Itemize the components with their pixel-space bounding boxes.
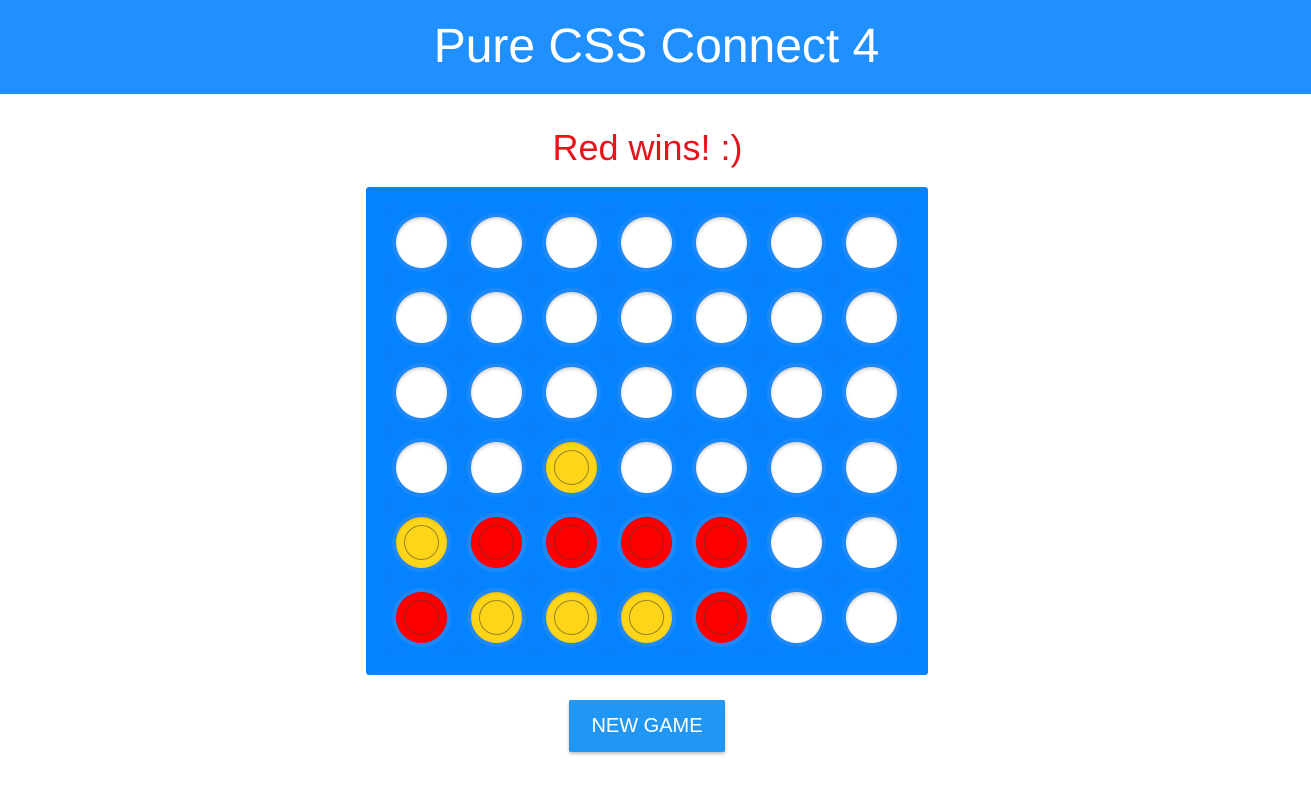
board-cell[interactable]	[534, 505, 609, 580]
board-cell[interactable]	[684, 280, 759, 355]
board-cell[interactable]	[834, 205, 909, 280]
empty-slot	[396, 217, 447, 268]
board-cell[interactable]	[609, 355, 684, 430]
empty-slot	[771, 592, 822, 643]
board-cell[interactable]	[759, 205, 834, 280]
board-cell[interactable]	[459, 430, 534, 505]
page-title: Pure CSS Connect 4	[433, 20, 880, 73]
red-disc	[621, 517, 672, 568]
board-cell[interactable]	[459, 205, 534, 280]
empty-slot	[621, 217, 672, 268]
empty-slot	[621, 292, 672, 343]
empty-slot	[471, 442, 522, 493]
empty-slot	[696, 217, 747, 268]
board-cell[interactable]	[459, 580, 534, 655]
empty-slot	[846, 592, 897, 643]
empty-slot	[696, 292, 747, 343]
empty-slot	[696, 442, 747, 493]
empty-slot	[771, 217, 822, 268]
board-cell[interactable]	[834, 280, 909, 355]
board-cell[interactable]	[684, 430, 759, 505]
empty-slot	[396, 292, 447, 343]
red-disc	[471, 517, 522, 568]
board-cell[interactable]	[459, 355, 534, 430]
board-cell[interactable]	[384, 505, 459, 580]
empty-slot	[396, 442, 447, 493]
empty-slot	[771, 292, 822, 343]
board-cell[interactable]	[834, 505, 909, 580]
board-cell[interactable]	[609, 205, 684, 280]
empty-slot	[846, 517, 897, 568]
empty-slot	[471, 217, 522, 268]
board-cell[interactable]	[384, 205, 459, 280]
red-disc	[396, 592, 447, 643]
empty-slot	[471, 292, 522, 343]
board-cell[interactable]	[459, 505, 534, 580]
empty-slot	[771, 517, 822, 568]
board-cell[interactable]	[609, 280, 684, 355]
board-cell[interactable]	[759, 505, 834, 580]
empty-slot	[846, 292, 897, 343]
game-board	[366, 187, 928, 675]
board-cell[interactable]	[459, 280, 534, 355]
new-game-button[interactable]: NEW GAME	[569, 700, 725, 752]
board-cell[interactable]	[609, 580, 684, 655]
board-cell[interactable]	[684, 505, 759, 580]
red-disc	[696, 517, 747, 568]
empty-slot	[546, 292, 597, 343]
board-cell[interactable]	[759, 430, 834, 505]
empty-slot	[621, 367, 672, 418]
board-cell[interactable]	[534, 205, 609, 280]
empty-slot	[771, 367, 822, 418]
board-cell[interactable]	[834, 355, 909, 430]
empty-slot	[546, 217, 597, 268]
game-status: Red wins! :)	[552, 127, 743, 168]
board-cell[interactable]	[384, 355, 459, 430]
board-cell[interactable]	[684, 580, 759, 655]
board-cell[interactable]	[684, 355, 759, 430]
yellow-disc	[396, 517, 447, 568]
board-cell[interactable]	[684, 205, 759, 280]
yellow-disc	[471, 592, 522, 643]
yellow-disc	[546, 442, 597, 493]
yellow-disc	[546, 592, 597, 643]
board-cell[interactable]	[834, 580, 909, 655]
empty-slot	[846, 442, 897, 493]
board-cell[interactable]	[384, 580, 459, 655]
board-cell[interactable]	[609, 505, 684, 580]
board-cell[interactable]	[384, 430, 459, 505]
board-grid	[384, 205, 910, 655]
board-cell[interactable]	[534, 580, 609, 655]
board-cell[interactable]	[834, 430, 909, 505]
empty-slot	[846, 367, 897, 418]
empty-slot	[771, 442, 822, 493]
board-cell[interactable]	[384, 280, 459, 355]
empty-slot	[471, 367, 522, 418]
yellow-disc	[621, 592, 672, 643]
red-disc	[696, 592, 747, 643]
empty-slot	[546, 367, 597, 418]
red-disc	[546, 517, 597, 568]
board-cell[interactable]	[609, 430, 684, 505]
empty-slot	[396, 367, 447, 418]
empty-slot	[621, 442, 672, 493]
board-cell[interactable]	[534, 430, 609, 505]
board-cell[interactable]	[759, 355, 834, 430]
empty-slot	[846, 217, 897, 268]
board-cell[interactable]	[534, 355, 609, 430]
board-cell[interactable]	[534, 280, 609, 355]
empty-slot	[696, 367, 747, 418]
app-header: Pure CSS Connect 4	[0, 0, 1311, 94]
board-cell[interactable]	[759, 280, 834, 355]
board-cell[interactable]	[759, 580, 834, 655]
